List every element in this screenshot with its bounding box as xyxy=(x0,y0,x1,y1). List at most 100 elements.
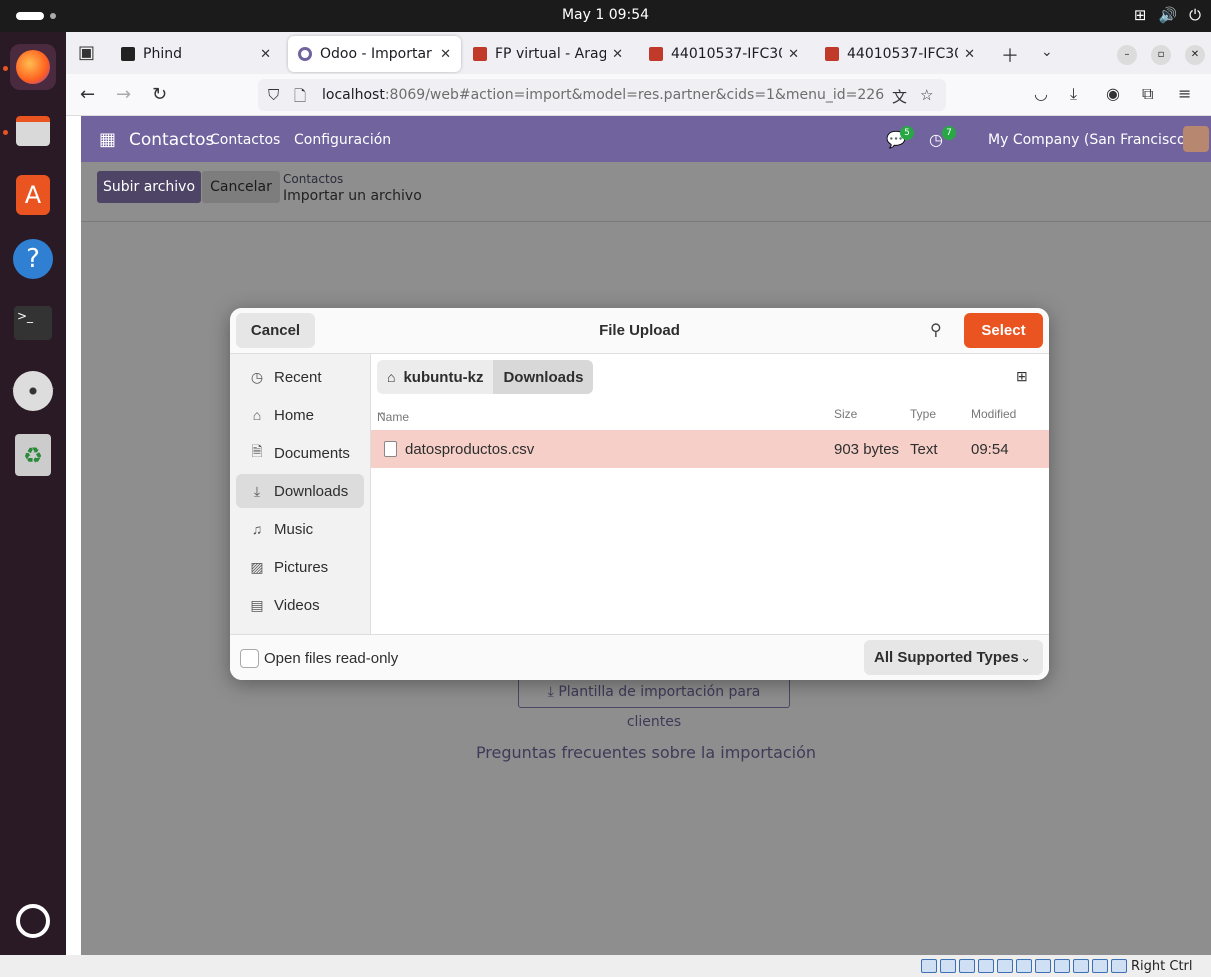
file-row[interactable]: datosproductos.csv 903 bytes Text 09:54 xyxy=(371,430,1049,468)
usb-icon[interactable] xyxy=(997,959,1013,973)
recording-icon[interactable] xyxy=(1054,959,1070,973)
user-avatar[interactable] xyxy=(1183,126,1209,152)
cpu-icon[interactable] xyxy=(1073,959,1089,973)
trash-icon[interactable]: ♻ xyxy=(10,432,56,478)
audio-icon[interactable] xyxy=(959,959,975,973)
forward-icon[interactable]: → xyxy=(116,84,131,105)
tab-ifc302-a[interactable]: 44010537-IFC302- ✕ xyxy=(639,36,809,72)
host-key-label: Right Ctrl xyxy=(1131,959,1193,974)
upload-file-button[interactable]: Subir archivo xyxy=(97,171,201,203)
import-faq-link[interactable]: Preguntas frecuentes sobre la importació… xyxy=(81,743,1211,762)
tab-title: Phind xyxy=(143,46,182,62)
terminal-icon[interactable]: >_ xyxy=(10,300,56,346)
optical-drive-icon[interactable] xyxy=(940,959,956,973)
shared-folders-icon[interactable] xyxy=(1016,959,1032,973)
network-icon[interactable]: ⊞ xyxy=(1134,6,1147,24)
grid-view-icon[interactable]: ⊞ xyxy=(1016,368,1028,385)
sidebar-item-home[interactable]: ⌂ Home xyxy=(236,398,364,432)
menu-contactos[interactable]: Contactos xyxy=(210,132,280,148)
tab-title: FP virtual - Aragón xyxy=(495,46,607,62)
column-size[interactable]: Size xyxy=(834,407,857,421)
system-tray[interactable]: ⊞ 🔊 ⏻ xyxy=(1134,6,1201,24)
maximize-icon[interactable]: ▫ xyxy=(1151,45,1171,65)
disc-icon[interactable] xyxy=(10,368,56,414)
close-tab-icon[interactable]: ✕ xyxy=(260,47,271,62)
url-text[interactable]: localhost:8069/web#action=import&model=r… xyxy=(322,87,884,103)
column-modified[interactable]: Modified xyxy=(971,407,1016,421)
tab-fp-virtual[interactable]: FP virtual - Aragón ✕ xyxy=(463,36,633,72)
apps-grid-icon[interactable]: ▦ xyxy=(99,129,116,150)
minimize-icon[interactable]: – xyxy=(1117,45,1137,65)
company-switcher[interactable]: My Company (San Francisco) xyxy=(988,132,1191,148)
sidebar-item-music[interactable]: ♫ Music xyxy=(236,512,364,546)
shield-icon[interactable]: ⛉ xyxy=(268,86,279,104)
search-icon[interactable]: ⚲ xyxy=(930,320,942,340)
storage-icon[interactable] xyxy=(921,959,937,973)
extensions-icon[interactable]: ⧉ xyxy=(1142,84,1153,104)
firefox-icon[interactable] xyxy=(10,44,56,90)
close-tab-icon[interactable]: ✕ xyxy=(964,47,975,62)
back-icon[interactable]: ← xyxy=(80,84,95,105)
import-template-button[interactable]: ⤓ Plantilla de importación para clientes xyxy=(518,676,790,730)
mouse-integration-icon[interactable] xyxy=(1092,959,1108,973)
list-tabs-icon[interactable]: ⌄ xyxy=(1041,44,1053,60)
file-upload-dialog: Cancel File Upload ⚲ Select ◷ Recent ⌂ Hom… xyxy=(230,308,1049,680)
dialog-select-button[interactable]: Select xyxy=(964,313,1043,348)
app-brand[interactable]: Contactos xyxy=(129,130,214,150)
chevron-down-icon: ⌄ xyxy=(1020,650,1031,665)
menu-icon[interactable]: ≡ xyxy=(1178,84,1191,103)
path-segment-downloads[interactable]: Downloads xyxy=(493,360,594,394)
file-type: Text xyxy=(910,441,938,458)
tab-title: 44010537-IFC302- xyxy=(847,46,958,62)
new-tab-icon[interactable]: ＋ xyxy=(1001,42,1019,68)
show-apps-icon[interactable] xyxy=(10,898,56,944)
home-icon: ⌂ xyxy=(387,369,396,385)
activities-icon[interactable]: ◷ xyxy=(929,130,943,149)
volume-icon[interactable]: 🔊 xyxy=(1158,6,1177,24)
close-window-icon[interactable]: ✕ xyxy=(1185,45,1205,65)
cancel-import-button[interactable]: Cancelar xyxy=(202,171,280,203)
power-icon[interactable]: ⏻ xyxy=(1189,6,1201,24)
account-icon[interactable]: ◉ xyxy=(1106,84,1120,103)
read-only-checkbox[interactable] xyxy=(240,649,259,668)
files-icon[interactable] xyxy=(10,108,56,154)
tab-overview-icon[interactable]: ▣ xyxy=(78,42,95,63)
sidebar-item-videos[interactable]: ▤ Videos xyxy=(236,588,364,622)
tab-phind[interactable]: Phind ✕ xyxy=(111,36,281,72)
reload-icon[interactable]: ↻ xyxy=(152,84,167,105)
display-icon[interactable] xyxy=(1035,959,1051,973)
url-bar[interactable]: ⛉ 🗋 localhost:8069/web#action=import&mod… xyxy=(258,79,946,111)
vm-status-bar: Right Ctrl xyxy=(0,955,1211,977)
bookmark-star-icon[interactable]: ☆ xyxy=(920,86,933,104)
app-center-icon[interactable]: A xyxy=(10,172,56,218)
read-only-label[interactable]: Open files read-only xyxy=(264,650,398,667)
sidebar-item-documents[interactable]: 🗎 Documents xyxy=(236,436,364,470)
breadcrumb-parent[interactable]: Contactos xyxy=(283,172,343,186)
path-label: kubuntu-kz xyxy=(403,368,484,386)
translate-icon[interactable]: 文 xyxy=(892,86,907,107)
file-type-filter[interactable]: All Supported Types ⌄ xyxy=(864,640,1043,675)
column-type[interactable]: Type xyxy=(910,407,936,421)
page-info-icon[interactable]: 🗋 xyxy=(294,86,306,111)
tab-odoo-import[interactable]: Odoo - Importar u ✕ xyxy=(288,36,461,72)
network-adapter-icon[interactable] xyxy=(978,959,994,973)
pocket-icon[interactable]: ◡ xyxy=(1034,84,1048,103)
tab-ifc302-b[interactable]: 44010537-IFC302- ✕ xyxy=(815,36,985,72)
import-template-label: Plantilla de importación para clientes xyxy=(558,684,761,730)
sidebar-item-downloads[interactable]: ⤓ Downloads xyxy=(236,474,364,508)
document-icon: 🗎 xyxy=(251,443,263,459)
downloads-icon[interactable]: ⤓ xyxy=(1070,84,1077,104)
close-tab-icon[interactable]: ✕ xyxy=(612,47,623,62)
keyboard-capture-icon[interactable] xyxy=(1111,959,1127,973)
help-icon[interactable]: ? xyxy=(10,236,56,282)
system-clock[interactable]: May 1 09:54 xyxy=(0,7,1211,23)
path-segment-home[interactable]: ⌂ kubuntu-kz xyxy=(377,360,494,394)
menu-configuracion[interactable]: Configuración xyxy=(294,132,391,148)
sidebar-item-pictures[interactable]: ▨ Pictures xyxy=(236,550,364,584)
close-tab-icon[interactable]: ✕ xyxy=(788,47,799,62)
close-tab-icon[interactable]: ✕ xyxy=(440,47,451,62)
sidebar-item-label: Pictures xyxy=(274,558,329,576)
sidebar-item-recent[interactable]: ◷ Recent xyxy=(236,360,364,394)
text-file-icon xyxy=(384,441,397,457)
file-type-filter-label: All Supported Types xyxy=(874,649,1019,666)
